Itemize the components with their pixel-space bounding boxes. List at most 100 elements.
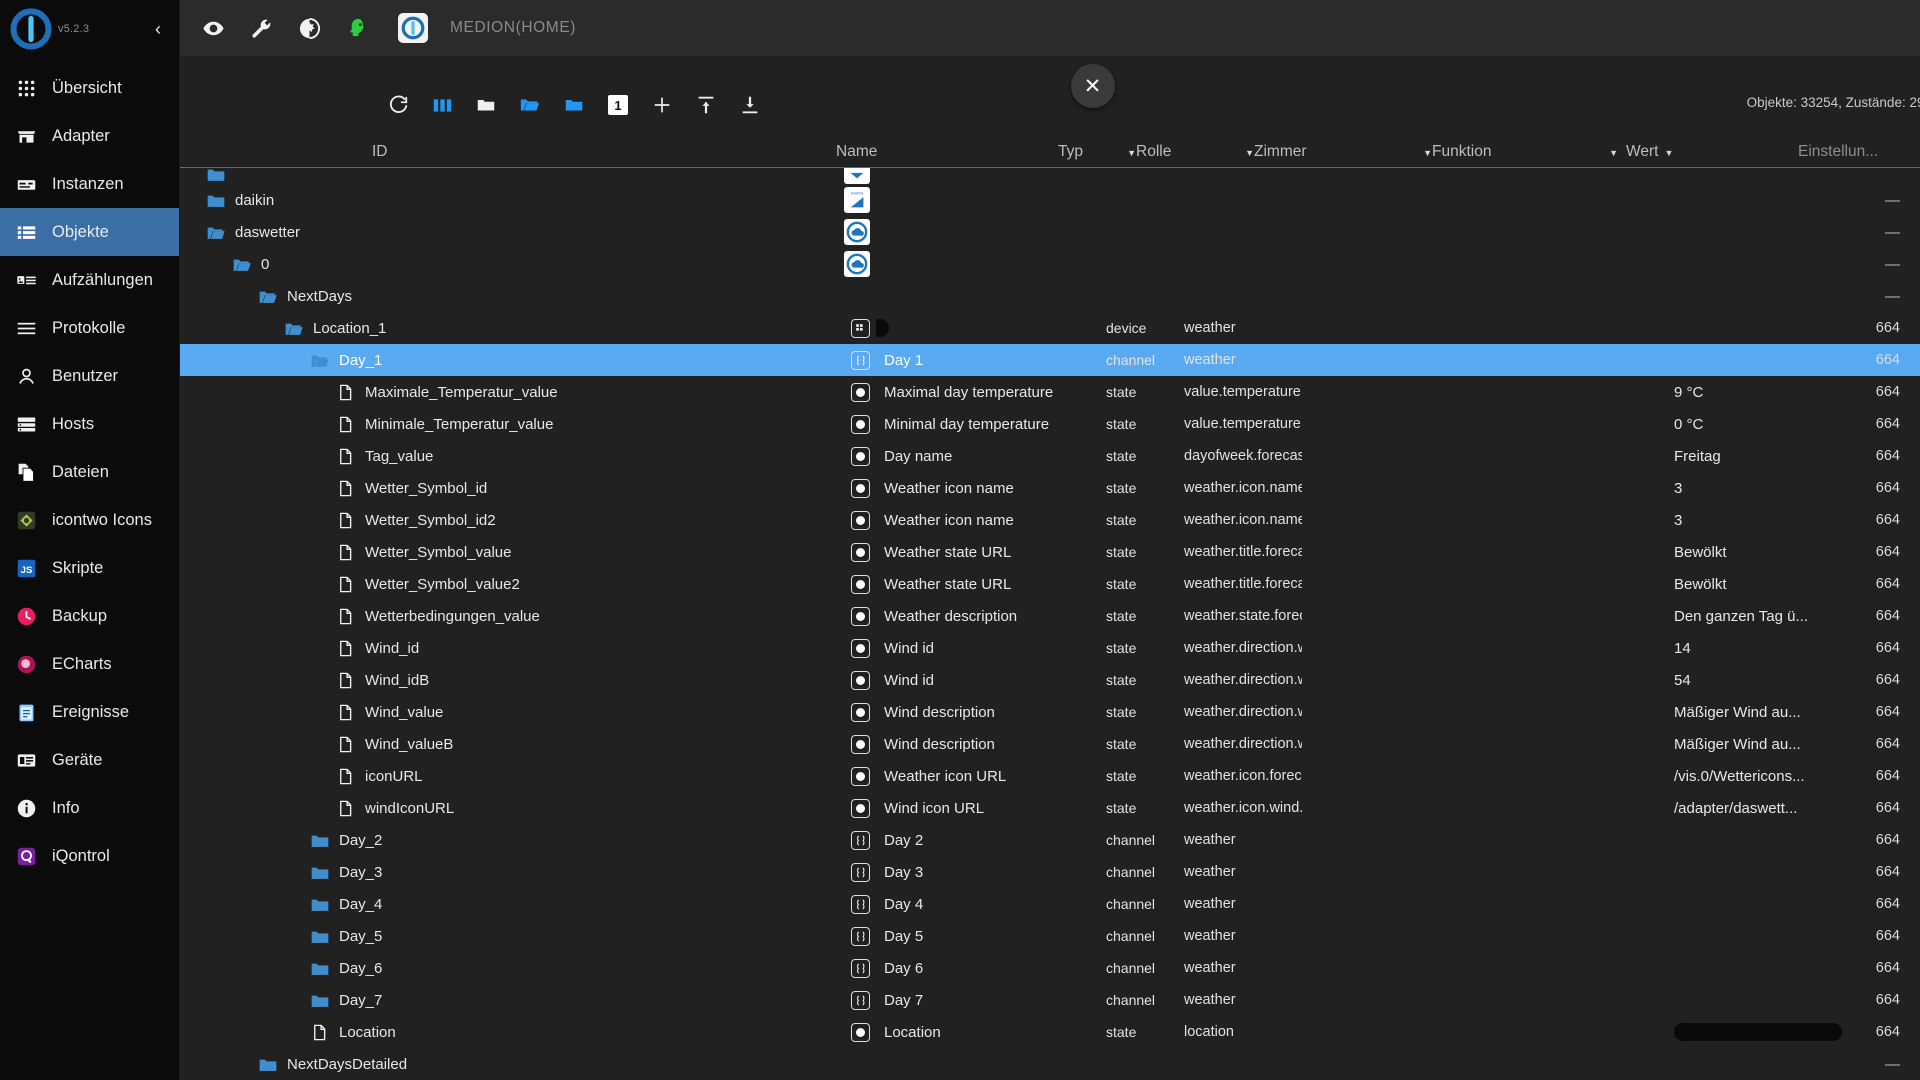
table-row[interactable]: Day_1 Day 1 channel weather 664 [180, 344, 1920, 376]
sidebar-item-dateien[interactable]: Dateien [0, 448, 179, 496]
column-header-id[interactable]: ID [180, 143, 828, 168]
sidebar-collapse-button[interactable]: ‹ [147, 16, 169, 42]
collapse-folders-icon[interactable] [552, 85, 596, 125]
sidebar-item-instanzen[interactable]: Instanzen [0, 160, 179, 208]
column-header-typ[interactable]: Typ ▼ [1058, 143, 1136, 168]
export-icon[interactable] [728, 85, 772, 125]
sidebar-item-skripte[interactable]: JS Skripte [0, 544, 179, 592]
sidebar-item-aufz-hlungen[interactable]: Aufzählungen [0, 256, 179, 304]
folder-closed-icon[interactable] [258, 1055, 277, 1074]
folder-open-icon[interactable] [206, 223, 225, 242]
column-header-wert[interactable]: Wert ▼ [1618, 143, 1798, 168]
table-row[interactable]: daikin DAIKIN — [180, 184, 1920, 216]
collapse-all-icon[interactable] [464, 85, 508, 125]
table-row[interactable]: Day_5 Day 5 channel weather 664 [180, 920, 1920, 952]
table-row[interactable] [180, 168, 1920, 184]
folder-closed-icon[interactable] [206, 168, 225, 184]
state-file-icon[interactable] [310, 1023, 329, 1042]
state-file-icon[interactable] [336, 447, 355, 466]
eye-icon[interactable] [200, 15, 226, 41]
column-header-einstellungen[interactable]: Einstellun...▼ [1798, 143, 1920, 168]
column-header-funktion[interactable]: Funktion ▼ [1432, 143, 1618, 168]
table-row[interactable]: Day_4 Day 4 channel weather 664 [180, 888, 1920, 920]
table-row[interactable]: daswetter — [180, 216, 1920, 248]
sidebar-item-objekte[interactable]: Objekte [0, 208, 179, 256]
table-row[interactable]: Day_7 Day 7 channel weather 664 [180, 984, 1920, 1016]
sidebar-item-benutzer[interactable]: Benutzer [0, 352, 179, 400]
sidebar-item-echarts[interactable]: ECharts [0, 640, 179, 688]
state-file-icon[interactable] [336, 543, 355, 562]
chevron-down-icon[interactable]: ▼ [1245, 148, 1254, 161]
table-row[interactable]: Wetter_Symbol_id2 Weather icon name state w… [180, 504, 1920, 536]
table-row[interactable]: Day_2 Day 2 channel weather 664 [180, 824, 1920, 856]
table-row[interactable]: Minimale_Temperatur_value Minimal day tem… [180, 408, 1920, 440]
folder-open-icon[interactable] [310, 351, 329, 370]
state-file-icon[interactable] [336, 735, 355, 754]
folder-closed-icon[interactable] [310, 895, 329, 914]
table-row[interactable]: windIconURL Wind icon URL state weather.ico… [180, 792, 1920, 824]
sidebar-item-adapter[interactable]: Adapter [0, 112, 179, 160]
table-row[interactable]: Wind_idB Wind id state weather.direction.wi… [180, 664, 1920, 696]
folder-closed-icon[interactable] [310, 991, 329, 1010]
table-row[interactable]: Day_3 Day 3 channel weather 664 [180, 856, 1920, 888]
expert-head-icon[interactable] [344, 15, 370, 41]
table-row[interactable]: Wetter_Symbol_id Weather icon name state we… [180, 472, 1920, 504]
close-button[interactable]: ✕ [1070, 64, 1115, 108]
state-file-icon[interactable] [336, 479, 355, 498]
refresh-icon[interactable] [376, 85, 420, 125]
expand-all-icon[interactable] [508, 85, 552, 125]
table-row[interactable]: Wetter_Symbol_value2 Weather state URL sta… [180, 568, 1920, 600]
folder-closed-icon[interactable] [206, 191, 225, 210]
folder-open-icon[interactable] [258, 287, 277, 306]
state-file-icon[interactable] [336, 799, 355, 818]
column-header-zimmer[interactable]: Zimmer ▼ [1254, 143, 1432, 168]
table-row[interactable]: Wind_valueB Wind description state weather.… [180, 728, 1920, 760]
state-file-icon[interactable] [336, 511, 355, 530]
state-file-icon[interactable] [336, 415, 355, 434]
add-object-icon[interactable] [640, 85, 684, 125]
table-row[interactable]: Wetter_Symbol_value Weather state URL stat… [180, 536, 1920, 568]
sidebar-item-backup[interactable]: Backup [0, 592, 179, 640]
table-row[interactable]: Location Location state location 664 [180, 1016, 1920, 1048]
wrench-icon[interactable] [248, 15, 274, 41]
sidebar-item-info[interactable]: Info [0, 784, 179, 832]
sidebar-item-icontwo-icons[interactable]: icontwo Icons [0, 496, 179, 544]
table-row[interactable]: NextDays — [180, 280, 1920, 312]
column-header-name[interactable]: Name [828, 143, 1058, 168]
table-row[interactable]: 0— [180, 248, 1920, 280]
folder-closed-icon[interactable] [310, 831, 329, 850]
state-file-icon[interactable] [336, 607, 355, 626]
state-file-icon[interactable] [336, 639, 355, 658]
state-file-icon[interactable] [336, 703, 355, 722]
table-row[interactable]: Tag_value Day name state dayofweek.forecast… [180, 440, 1920, 472]
sidebar-item-ger-te[interactable]: Geräte [0, 736, 179, 784]
state-file-icon[interactable] [336, 767, 355, 786]
table-row[interactable]: Maximale_Temperatur_value Maximal day tem… [180, 376, 1920, 408]
sidebar-item--bersicht[interactable]: Übersicht [0, 64, 179, 112]
sidebar-item-hosts[interactable]: Hosts [0, 400, 179, 448]
state-file-icon[interactable] [336, 575, 355, 594]
folder-open-icon[interactable] [284, 319, 303, 338]
sidebar-item-iqontrol[interactable]: iQontrol [0, 832, 179, 880]
folder-closed-icon[interactable] [310, 959, 329, 978]
chevron-down-icon[interactable]: ▼ [1423, 148, 1432, 161]
state-file-icon[interactable] [336, 671, 355, 690]
import-icon[interactable] [684, 85, 728, 125]
chevron-down-icon[interactable]: ▼ [1664, 148, 1673, 161]
chevron-down-icon[interactable]: ▼ [1609, 148, 1618, 161]
table-row[interactable]: Location_1 device weather 664 [180, 312, 1920, 344]
state-file-icon[interactable] [336, 383, 355, 402]
table-row[interactable]: NextDaysDetailed — [180, 1048, 1920, 1080]
folder-closed-icon[interactable] [310, 863, 329, 882]
table-row[interactable]: Wind_value Wind description state weather.d… [180, 696, 1920, 728]
table-row[interactable]: Wind_id Wind id state weather.direction.wi.… [180, 632, 1920, 664]
sidebar-item-protokolle[interactable]: Protokolle [0, 304, 179, 352]
folder-open-icon[interactable] [232, 255, 251, 274]
depth-level-button[interactable]: 1 [596, 85, 640, 125]
columns-icon[interactable] [420, 85, 464, 125]
folder-closed-icon[interactable] [310, 927, 329, 946]
theme-contrast-icon[interactable] [296, 15, 322, 41]
table-row[interactable]: iconURL Weather icon URL state weather.icon… [180, 760, 1920, 792]
table-row[interactable]: Day_6 Day 6 channel weather 664 [180, 952, 1920, 984]
sidebar-item-ereignisse[interactable]: Ereignisse [0, 688, 179, 736]
